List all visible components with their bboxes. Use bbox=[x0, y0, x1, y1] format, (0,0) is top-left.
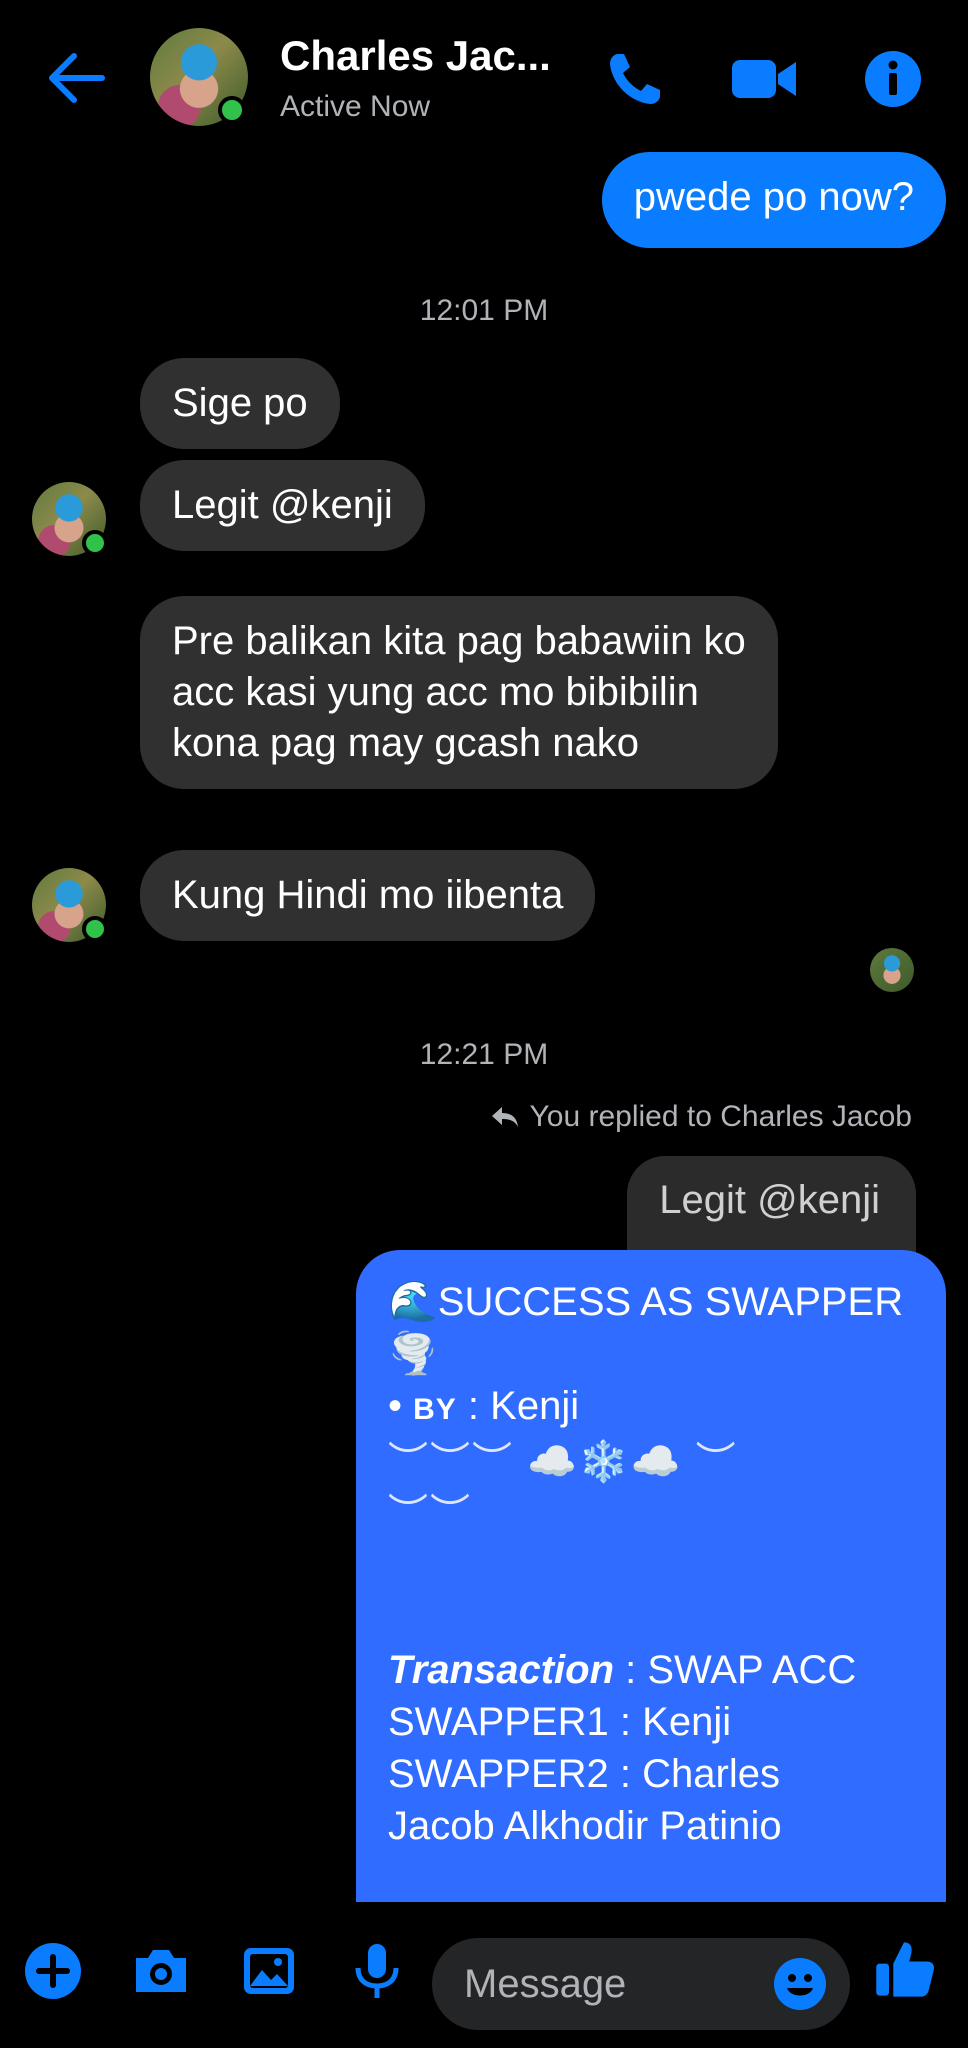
swapper1-line: SWAPPER1 : Kenji bbox=[388, 1700, 732, 1744]
incoming-message[interactable]: Kung Hindi mo iibenta bbox=[140, 850, 596, 941]
message-text: Legit @kenji bbox=[172, 483, 393, 527]
thumbs-up-icon[interactable] bbox=[872, 1936, 938, 2002]
online-indicator bbox=[218, 96, 246, 124]
by-bullet: • bbox=[388, 1384, 414, 1428]
message-text: pwede po now? bbox=[633, 175, 914, 219]
outgoing-message[interactable]: pwede po now? bbox=[601, 152, 946, 248]
timestamp: 12:21 PM bbox=[419, 1038, 549, 1071]
phone-icon[interactable] bbox=[604, 48, 666, 110]
quoted-text: Legit @kenji bbox=[659, 1178, 880, 1222]
microphone-icon[interactable] bbox=[346, 1940, 408, 2002]
incoming-message[interactable]: Pre balikan kita pag babawiin ko acc kas… bbox=[140, 596, 778, 789]
online-indicator bbox=[82, 916, 108, 942]
incoming-message[interactable]: Sige po bbox=[140, 358, 340, 449]
transaction-line: Transaction : SWAP ACC bbox=[388, 1644, 914, 1696]
back-arrow-icon[interactable] bbox=[44, 48, 108, 108]
message-text: Sige po bbox=[172, 381, 308, 425]
card-title: 🌊SUCCESS AS SWAPPER bbox=[388, 1280, 904, 1324]
camera-icon[interactable] bbox=[130, 1940, 192, 2002]
transaction-value: : SWAP ACC bbox=[614, 1648, 857, 1692]
transaction-label: Transaction bbox=[388, 1648, 614, 1692]
decoration-line: ︶︶ bbox=[388, 1492, 472, 1536]
message-input[interactable]: Message bbox=[432, 1938, 850, 2030]
emoji-icon[interactable] bbox=[772, 1956, 828, 2012]
swapper2-line-cont: Jacob Alkhodir Patinio bbox=[388, 1804, 782, 1848]
message-placeholder: Message bbox=[464, 1962, 627, 2006]
by-value: : Kenji bbox=[456, 1384, 580, 1428]
online-indicator bbox=[82, 530, 108, 556]
message-composer: Message bbox=[0, 1902, 968, 2048]
active-status: Active Now bbox=[280, 90, 431, 123]
card-title-emoji: 🌪️ bbox=[388, 1332, 438, 1376]
incoming-message[interactable]: Legit @kenji bbox=[140, 460, 425, 551]
message-text: Pre balikan kita pag babawiin ko acc kas… bbox=[172, 619, 746, 765]
image-icon[interactable] bbox=[238, 1940, 300, 2002]
card-by-line: • BY : Kenji bbox=[388, 1380, 914, 1436]
video-icon[interactable] bbox=[730, 48, 800, 110]
plus-icon[interactable] bbox=[22, 1940, 84, 2002]
message-text: Kung Hindi mo iibenta bbox=[172, 873, 564, 917]
seen-receipt-avatar bbox=[870, 948, 914, 992]
decoration-line: ︶︶︶ ☁️❄️☁️ ︶ bbox=[388, 1440, 738, 1484]
outgoing-message-card[interactable]: 🌊SUCCESS AS SWAPPER 🌪️ • BY : Kenji ︶︶︶ … bbox=[356, 1250, 946, 1910]
reply-label: You replied to Charles Jacob bbox=[529, 1100, 912, 1133]
by-label: BY bbox=[413, 1393, 457, 1426]
info-icon[interactable] bbox=[862, 48, 924, 110]
swapper2-line: SWAPPER2 : Charles bbox=[388, 1752, 780, 1796]
timestamp: 12:01 PM bbox=[419, 294, 549, 327]
reply-indicator: You replied to Charles Jacob bbox=[490, 1100, 912, 1134]
chat-header: Charles Jac... Active Now bbox=[0, 0, 968, 150]
contact-name[interactable]: Charles Jac... bbox=[280, 32, 551, 80]
reply-arrow-icon bbox=[491, 1107, 518, 1127]
